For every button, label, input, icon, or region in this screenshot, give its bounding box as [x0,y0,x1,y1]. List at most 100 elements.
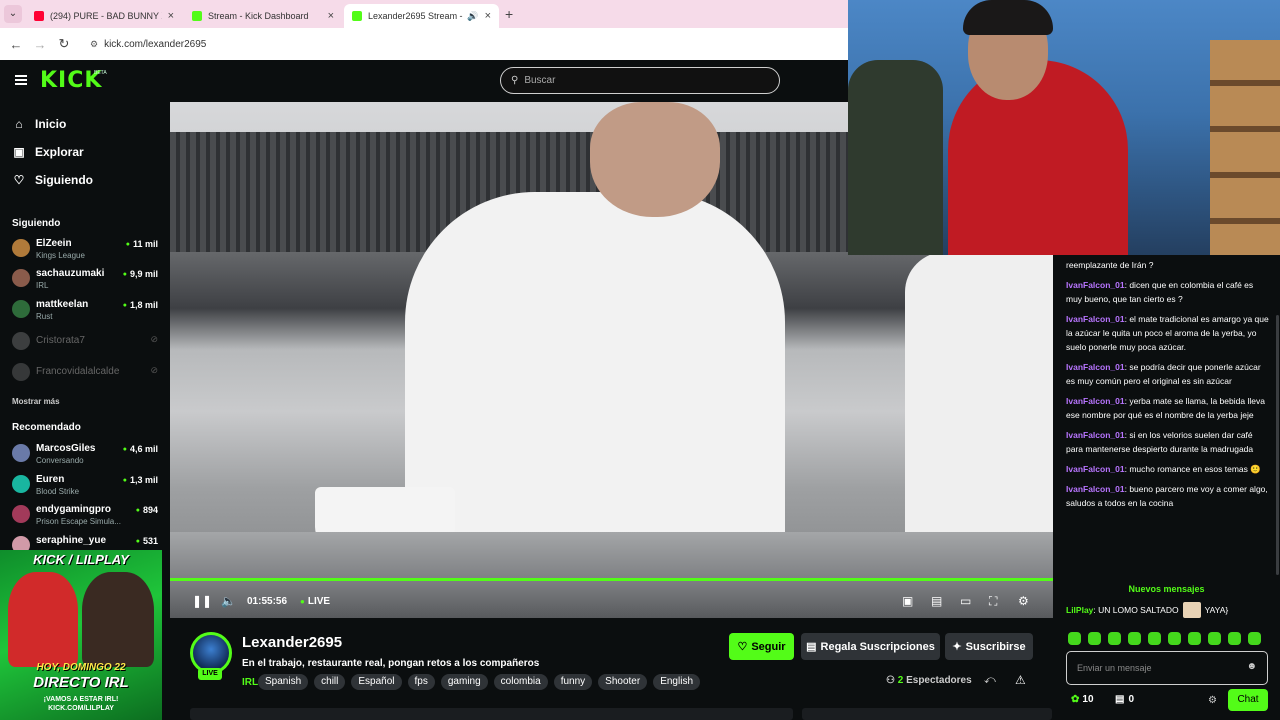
tab-search-chevron-icon[interactable]: ⌄ [4,5,22,23]
sidebar: ⌂ Inicio ▣ Explorar ♡ Siguiendo Siguiend… [0,102,170,550]
emoji-picker-icon[interactable]: ☻ [1246,661,1257,672]
channel-item-francovidalalcalde[interactable]: Francovidalalcalde ⊘ [12,361,162,389]
send-chat-button[interactable]: Chat [1228,689,1268,711]
follow-label: Seguir [751,640,786,653]
emote-icon[interactable] [1108,632,1121,645]
forward-arrow-icon[interactable]: → [28,37,52,52]
subscribe-button[interactable]: ✦ Suscribirse [945,633,1033,660]
url-field[interactable]: ⚙ kick.com/lexander2695 [82,32,822,56]
browser-tab-youtube[interactable]: (294) PURE - BAD BUNNY X FA... × [26,4,182,28]
below-panel-placeholder [802,708,1052,720]
following-section-title: Siguiendo [12,218,61,229]
share-icon[interactable]: ⤺ [984,674,996,687]
promo-title: KICK / LILPLAY [33,552,129,567]
channel-item-marcosgiles[interactable]: MarcosGiles Conversando 4,6 mil [12,442,162,470]
emote-icon[interactable] [1148,632,1161,645]
browser-tab-lexander-stream[interactable]: Lexander2695 Stream - Wa... 🔊 × [344,4,499,28]
chat-username[interactable]: IvanFalcon_01 [1066,396,1125,406]
browser-tab-kick-dashboard[interactable]: Stream - Kick Dashboard × [184,4,342,28]
tag[interactable]: Spanish [258,674,309,690]
live-indicator[interactable]: LIVE [300,596,330,607]
channel-points[interactable]: ✿ 10 [1071,694,1094,705]
sidebar-item-siguiendo[interactable]: ♡ Siguiendo [12,173,93,187]
gift-subs-button[interactable]: ▤ Regala Suscripciones [801,633,940,660]
search-input[interactable] [524,75,765,86]
emote-icon[interactable] [1088,632,1101,645]
back-arrow-icon[interactable]: ← [4,37,28,52]
chat-username[interactable]: IvanFalcon_01 [1066,430,1125,440]
emote-icon[interactable] [1168,632,1181,645]
emote-icon[interactable] [1208,632,1221,645]
chat-input-box[interactable]: ☻ [1066,651,1268,685]
avatar [12,239,30,257]
viewer-count: ⚇ 2 Espectadores [886,675,972,686]
volume-icon[interactable]: 🔈 [221,594,236,608]
channel-item-cristorata7[interactable]: Cristorata7 ⊘ [12,330,162,358]
channel-item-sachauzumaki[interactable]: sachauzumaki IRL 9,9 mil [12,267,162,295]
tab-title: Stream - Kick Dashboard [208,11,309,21]
message-text: mucho romance en esos temas 🙂 [1129,464,1261,474]
report-warning-icon[interactable]: ⚠ [1015,673,1026,687]
tag[interactable]: colombia [493,674,548,690]
stream-title: En el trabajo, restaurante real, pongan … [242,658,540,669]
search-bar[interactable]: ⚲ [500,67,780,94]
new-tab-plus-icon[interactable]: + [505,6,513,22]
tag[interactable]: fps [407,674,435,690]
fullscreen-icon[interactable]: ⛶ [989,594,997,609]
emote-icon[interactable] [1188,632,1201,645]
chat-settings-gear-icon[interactable]: ⚙ [1208,695,1217,706]
emote-icon[interactable] [1248,632,1261,645]
channel-item-seraphine-yue[interactable]: seraphine_yue 531 [12,534,162,550]
below-panel-placeholder [190,708,793,720]
playback-progress-bar[interactable] [170,578,1053,581]
reload-icon[interactable]: ↻ [52,36,76,52]
emote-icon[interactable] [1228,632,1241,645]
tag[interactable]: gaming [440,674,488,690]
pause-icon[interactable]: ❚❚ [192,594,212,608]
speaker-icon[interactable]: 🔊 [467,11,478,22]
settings-gear-icon[interactable]: ⚙ [1018,594,1029,608]
tag[interactable]: funny [553,674,593,690]
site-info-icon[interactable]: ⚙ [90,39,98,50]
tag[interactable]: Shooter [598,674,648,690]
channel-item-endygamingpro[interactable]: endygamingpro Prison Escape Simula... 89… [12,503,162,531]
follow-button[interactable]: ♡ Seguir [729,633,794,660]
miniplayer-icon[interactable]: ▣ [902,594,913,608]
chat-username[interactable]: IvanFalcon_01 [1066,464,1125,474]
close-tab-icon[interactable]: × [485,10,491,22]
sidebar-item-explorar[interactable]: ▣ Explorar [12,145,83,159]
close-tab-icon[interactable]: × [328,10,334,22]
home-icon: ⌂ [15,117,23,131]
theater-mode-icon[interactable]: ▭ [960,594,971,608]
menu-hamburger-icon[interactable] [15,75,27,85]
tag[interactable]: Español [351,674,402,690]
new-messages-divider[interactable]: Nuevos mensajes [1053,584,1280,594]
emote-icon[interactable] [1128,632,1141,645]
sidebar-item-inicio[interactable]: ⌂ Inicio [12,117,66,131]
playback-time: 01:55:56 [247,596,288,607]
tag[interactable]: English [653,674,701,690]
chat-username[interactable]: IvanFalcon_01 [1066,362,1125,372]
channel-item-mattkeelan[interactable]: mattkeelan Rust 1,8 mil [12,298,162,326]
emote-icon[interactable] [1068,632,1081,645]
chat-username[interactable]: IvanFalcon_01 [1066,314,1125,324]
channel-item-elzeein[interactable]: ElZeein Kings League 11 mil [12,237,162,265]
streamer-name[interactable]: Lexander2695 [242,634,342,651]
gift-count[interactable]: ▤ 0 [1115,694,1134,705]
chat-input[interactable] [1077,663,1237,673]
points-value: 10 [1082,694,1094,705]
show-more-link[interactable]: Mostrar más [12,397,60,406]
channel-category: Conversando [36,456,84,465]
chat-scrollbar[interactable] [1276,315,1279,575]
tag[interactable]: chill [314,674,346,690]
chat-username[interactable]: IvanFalcon_01 [1066,484,1125,494]
clip-icon[interactable]: ▤ [931,594,942,608]
chat-username[interactable]: IvanFalcon_01 [1066,280,1125,290]
promo-subline: ¡VAMOS A ESTAR IRL! [43,696,119,703]
close-tab-icon[interactable]: × [168,10,174,22]
channel-item-euren[interactable]: Euren Blood Strike 1,3 mil [12,473,162,501]
promo-person-right [82,572,154,667]
avatar [12,363,30,381]
category-link[interactable]: IRL [242,677,258,688]
chat-username[interactable]: LilPlay [1066,605,1093,615]
